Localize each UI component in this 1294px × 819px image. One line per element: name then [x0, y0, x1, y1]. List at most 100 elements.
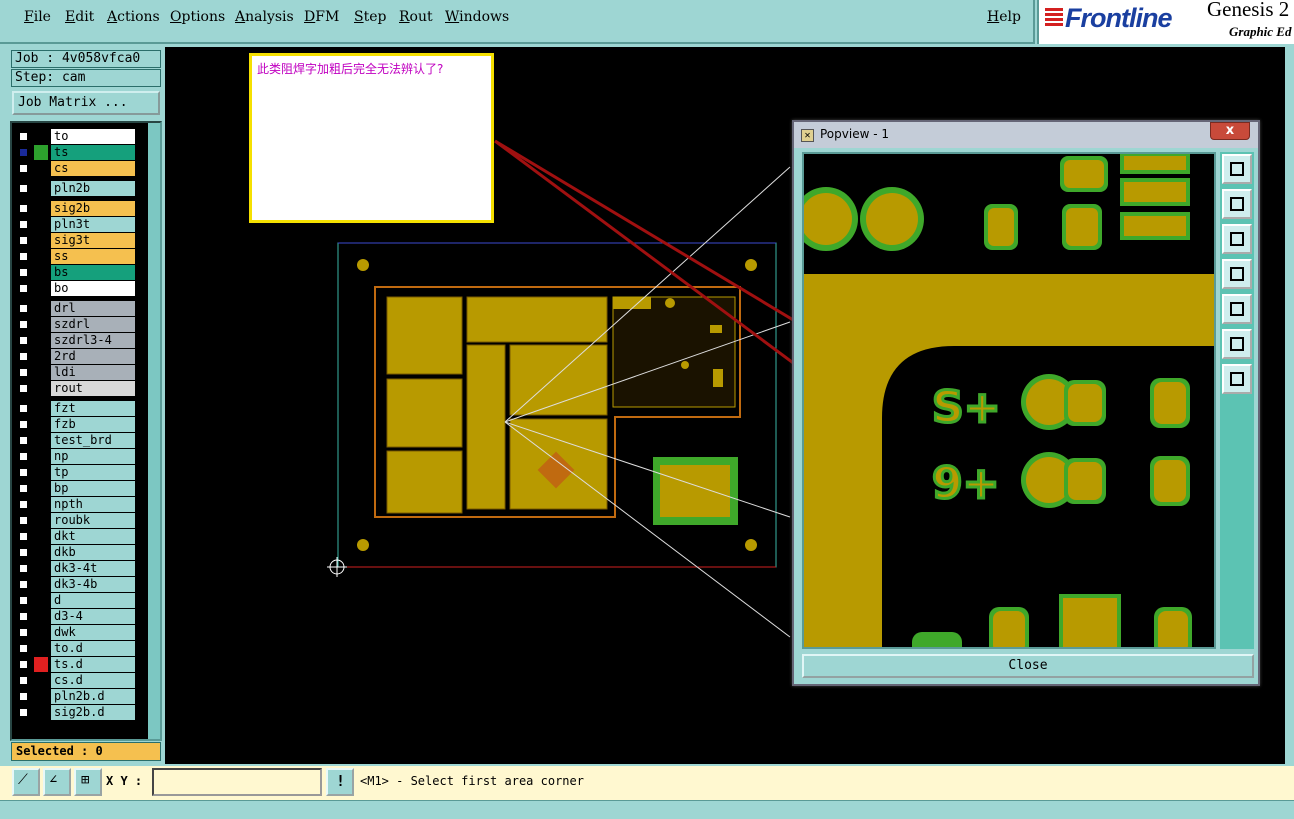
layer-checkbox[interactable] — [18, 131, 29, 142]
layer-row[interactable]: pln3t — [14, 217, 135, 232]
layer-row[interactable]: dk3-4b — [14, 577, 135, 592]
layer-row[interactable]: dk3-4t — [14, 561, 135, 576]
menu-actions[interactable]: Actions — [107, 9, 160, 25]
layer-row[interactable]: szdrl — [14, 317, 135, 332]
layer-row[interactable]: ldi — [14, 365, 135, 380]
layer-row[interactable]: sig2b — [14, 201, 135, 216]
layer-row[interactable]: rout — [14, 381, 135, 396]
layer-row[interactable]: roubk — [14, 513, 135, 528]
layer-row[interactable]: sig3t — [14, 233, 135, 248]
snap-button[interactable]: ⟋ — [12, 768, 40, 796]
pan-up-button[interactable] — [1222, 189, 1252, 219]
menu-analysis[interactable]: Analysis — [235, 9, 294, 25]
layer-checkbox[interactable] — [18, 707, 29, 718]
layer-row[interactable]: to.d — [14, 641, 135, 656]
layer-checkbox[interactable] — [18, 595, 29, 606]
layer-row[interactable]: bo — [14, 281, 135, 296]
layer-checkbox[interactable] — [18, 351, 29, 362]
layer-checkbox[interactable] — [18, 691, 29, 702]
layer-checkbox[interactable] — [18, 319, 29, 330]
grid-button[interactable]: ⊞ — [74, 768, 102, 796]
layer-checkbox[interactable] — [18, 627, 29, 638]
menu-edit[interactable]: Edit — [65, 9, 94, 25]
layer-row[interactable]: np — [14, 449, 135, 464]
popview-close-button[interactable]: Close — [802, 654, 1254, 678]
layer-checkbox[interactable] — [18, 251, 29, 262]
layer-row[interactable]: sig2b.d — [14, 705, 135, 720]
popview-close-x-button[interactable]: x — [1210, 122, 1250, 140]
xy-input[interactable] — [152, 768, 322, 796]
menu-dfm[interactable]: DFM — [304, 9, 339, 25]
menu-windows[interactable]: Windows — [445, 9, 509, 25]
layer-row[interactable]: fzt — [14, 401, 135, 416]
layer-checkbox[interactable] — [18, 499, 29, 510]
layer-checkbox[interactable] — [18, 515, 29, 526]
zoom-out-button[interactable] — [1222, 364, 1252, 394]
layer-row[interactable]: ss — [14, 249, 135, 264]
menu-file[interactable]: File — [24, 9, 51, 25]
layer-checkbox[interactable] — [18, 547, 29, 558]
layer-checkbox[interactable] — [18, 147, 29, 158]
layer-checkbox[interactable] — [18, 303, 29, 314]
layer-checkbox[interactable] — [18, 675, 29, 686]
layer-row[interactable]: 2rd — [14, 349, 135, 364]
layer-checkbox[interactable] — [18, 435, 29, 446]
layer-row[interactable]: cs.d — [14, 673, 135, 688]
layer-checkbox[interactable] — [18, 335, 29, 346]
layer-checkbox[interactable] — [18, 383, 29, 394]
pan-left-button[interactable] — [1222, 259, 1252, 289]
layer-checkbox[interactable] — [18, 483, 29, 494]
layer-row[interactable]: pln2b — [14, 181, 135, 196]
fit-view-button[interactable] — [1222, 154, 1252, 184]
layer-row[interactable]: fzb — [14, 417, 135, 432]
job-matrix-button[interactable]: Job Matrix ... — [12, 91, 160, 115]
layer-checkbox[interactable] — [18, 403, 29, 414]
layer-row[interactable]: d3-4 — [14, 609, 135, 624]
popview-titlebar[interactable]: ✕ Popview - 1 x — [794, 122, 1258, 148]
layer-checkbox[interactable] — [18, 183, 29, 194]
layer-row[interactable]: tp — [14, 465, 135, 480]
pan-right-button[interactable] — [1222, 294, 1252, 324]
layer-checkbox[interactable] — [18, 531, 29, 542]
layer-row[interactable]: to — [14, 129, 135, 144]
layer-checkbox[interactable] — [18, 235, 29, 246]
layer-scrollbar[interactable] — [148, 123, 160, 739]
layer-row[interactable]: bp — [14, 481, 135, 496]
layer-checkbox[interactable] — [18, 659, 29, 670]
layer-row[interactable]: ts — [14, 145, 135, 160]
info-button[interactable]: ! — [326, 768, 354, 796]
layer-row[interactable]: ts.d — [14, 657, 135, 672]
layer-row[interactable]: drl — [14, 301, 135, 316]
menu-step[interactable]: Step — [354, 9, 386, 25]
layer-checkbox[interactable] — [18, 579, 29, 590]
layer-checkbox[interactable] — [18, 563, 29, 574]
layer-row[interactable]: pln2b.d — [14, 689, 135, 704]
layer-checkbox[interactable] — [18, 611, 29, 622]
layer-row[interactable]: dkt — [14, 529, 135, 544]
menu-rout[interactable]: Rout — [399, 9, 433, 25]
layer-checkbox[interactable] — [18, 163, 29, 174]
layer-row[interactable]: bs — [14, 265, 135, 280]
menu-options[interactable]: Options — [170, 9, 225, 25]
layer-row[interactable]: npth — [14, 497, 135, 512]
layer-row[interactable]: d — [14, 593, 135, 608]
popview-zoom-view[interactable]: S+ 9+ — [802, 152, 1216, 649]
layer-checkbox[interactable] — [18, 203, 29, 214]
layer-checkbox[interactable] — [18, 451, 29, 462]
layer-checkbox[interactable] — [18, 419, 29, 430]
measure-button[interactable]: ∠ — [43, 768, 71, 796]
layer-checkbox[interactable] — [18, 367, 29, 378]
zoom-in-button[interactable] — [1222, 329, 1252, 359]
layer-checkbox[interactable] — [18, 283, 29, 294]
menu-help[interactable]: Help — [987, 9, 1021, 25]
layer-row[interactable]: szdrl3-4 — [14, 333, 135, 348]
layer-row[interactable]: test_brd — [14, 433, 135, 448]
layer-row[interactable]: cs — [14, 161, 135, 176]
layer-checkbox[interactable] — [18, 267, 29, 278]
layer-row[interactable]: dkb — [14, 545, 135, 560]
layer-row[interactable]: dwk — [14, 625, 135, 640]
layer-checkbox[interactable] — [18, 467, 29, 478]
layer-checkbox[interactable] — [18, 643, 29, 654]
pan-down-button[interactable] — [1222, 224, 1252, 254]
layer-checkbox[interactable] — [18, 219, 29, 230]
